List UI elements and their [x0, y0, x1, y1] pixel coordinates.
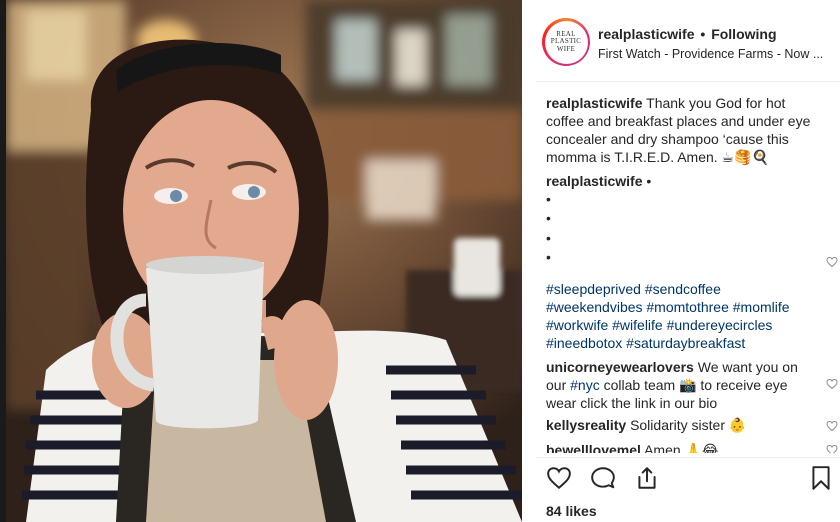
post-header: REAL PLASTIC WIFE realplasticwife • Foll… [522, 0, 840, 82]
hashtags-line[interactable]: #workwife #wifelife #undereyecircles [546, 316, 816, 334]
small-heart-icon[interactable] [826, 444, 838, 453]
small-heart-icon[interactable] [826, 256, 838, 268]
caption-author-repeat[interactable]: realplasticwife [546, 173, 643, 189]
heart-icon[interactable] [546, 465, 572, 491]
comment-author[interactable]: unicorneyewearlovers [546, 359, 694, 375]
avatar-logo-line-3: WIFE [556, 44, 576, 53]
hashtags-line[interactable]: #weekendvibes #momtothree #momlife [546, 298, 816, 316]
hashtags-line[interactable]: #ineedbotox #saturdaybreakfast [546, 334, 816, 352]
comment: bewelllovemel Amen 🙏😂 [546, 441, 816, 453]
location-link[interactable]: First Watch - Providence Farms - Now ... [598, 47, 834, 61]
caption-separator: • [646, 173, 652, 189]
caption-continuation: realplasticwife • [546, 172, 816, 190]
avatar-logo: REAL PLASTIC WIFE [544, 20, 588, 64]
actions-divider [536, 457, 840, 458]
caption: realplasticwife Thank you God for hot co… [546, 94, 816, 166]
share-icon[interactable] [634, 465, 660, 491]
avatar[interactable]: REAL PLASTIC WIFE [542, 18, 590, 66]
photo-illustration [6, 0, 522, 522]
small-heart-icon[interactable] [826, 420, 838, 432]
comment: unicorneyewearlovers We want you on our … [546, 358, 804, 412]
header-divider [536, 81, 840, 82]
comment-author[interactable]: kellysreality [546, 417, 626, 433]
header-user-line: realplasticwife • Following [598, 26, 777, 42]
bullet-line: • [546, 210, 551, 227]
hashtags-line[interactable]: #sleepdeprived #sendcoffee [546, 280, 816, 298]
bookmark-icon[interactable] [808, 465, 834, 491]
likes-count[interactable]: 84 likes [546, 503, 597, 519]
comment-text: Solidarity sister 👶 [630, 417, 747, 433]
comment-text: Amen 🙏😂 [644, 442, 719, 453]
small-heart-icon[interactable] [826, 378, 838, 390]
header-username[interactable]: realplasticwife [598, 26, 695, 42]
bullet-line: • [546, 229, 551, 246]
bullet-list: • • • • [546, 190, 816, 267]
comment-author[interactable]: bewelllovemel [546, 442, 641, 453]
header-separator: • [700, 26, 706, 42]
hashtags-block: #sleepdeprived #sendcoffee #weekendvibes… [546, 280, 816, 352]
caption-author[interactable]: realplasticwife [546, 95, 643, 111]
comment-icon[interactable] [590, 465, 616, 491]
comment: kellysreality Solidarity sister 👶 [546, 416, 816, 434]
comment-hashtag[interactable]: #nyc [570, 377, 600, 393]
post-sidebar: REAL PLASTIC WIFE realplasticwife • Foll… [522, 0, 840, 522]
bullet-line: • [546, 191, 551, 207]
post-photo[interactable] [6, 0, 522, 522]
bullet-line: • [546, 248, 551, 265]
follow-status-button[interactable]: Following [711, 26, 776, 42]
